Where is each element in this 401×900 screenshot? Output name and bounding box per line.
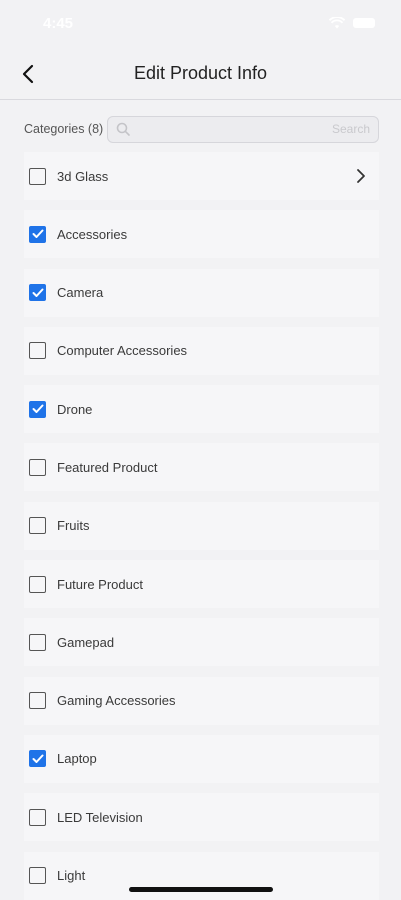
category-row[interactable]: Laptop bbox=[24, 734, 379, 783]
categories-count-label: Categories (8) bbox=[24, 122, 104, 136]
checkmark-icon bbox=[32, 404, 43, 414]
category-checkbox[interactable] bbox=[29, 400, 46, 418]
status-bar: 4:45 bbox=[0, 0, 401, 48]
category-row[interactable]: Computer Accessories bbox=[24, 326, 379, 375]
page-title: Edit Product Info bbox=[133, 63, 268, 83]
category-row[interactable]: Light bbox=[24, 851, 379, 900]
category-search-bar: Categories (8) bbox=[24, 115, 379, 143]
category-label: Gaming Accessories bbox=[57, 693, 176, 709]
header: Edit Product Info bbox=[0, 48, 401, 100]
category-checkbox[interactable] bbox=[29, 458, 46, 476]
search-box[interactable] bbox=[107, 115, 379, 143]
search-icon bbox=[116, 122, 131, 136]
category-row[interactable]: Fruits bbox=[24, 501, 379, 550]
category-label: Computer Accessories bbox=[57, 343, 188, 359]
checkmark-icon bbox=[32, 754, 43, 763]
home-indicator bbox=[129, 887, 273, 892]
category-row[interactable]: Gamepad bbox=[24, 618, 379, 667]
category-label: Future Product bbox=[57, 576, 143, 592]
category-label: 3d Glass bbox=[57, 168, 109, 184]
category-label: Fruits bbox=[57, 518, 90, 534]
category-checkbox[interactable] bbox=[29, 808, 46, 826]
category-row[interactable]: LED Television bbox=[24, 793, 379, 842]
category-label: Camera bbox=[57, 285, 104, 301]
category-label: Drone bbox=[57, 401, 93, 417]
category-label: LED Television bbox=[57, 809, 143, 825]
category-checkbox[interactable] bbox=[29, 750, 46, 768]
category-list: 3d Glass Accessories Camera Computer Access… bbox=[24, 152, 379, 900]
category-row[interactable]: Accessories bbox=[24, 210, 379, 259]
category-checkbox[interactable] bbox=[29, 342, 46, 360]
chevron-right-icon[interactable] bbox=[355, 168, 367, 184]
category-checkbox[interactable] bbox=[29, 225, 46, 243]
category-checkbox[interactable] bbox=[29, 167, 46, 185]
category-checkbox[interactable] bbox=[29, 633, 46, 651]
category-row[interactable]: Drone bbox=[24, 385, 379, 434]
category-label: Laptop bbox=[57, 751, 97, 767]
wifi-icon bbox=[329, 17, 345, 29]
checkmark-icon bbox=[32, 229, 43, 239]
category-checkbox[interactable] bbox=[29, 575, 46, 593]
status-time: 4:45 bbox=[43, 15, 74, 32]
category-checkbox[interactable] bbox=[29, 692, 46, 710]
category-label: Light bbox=[57, 868, 86, 884]
category-row[interactable]: Featured Product bbox=[24, 443, 379, 492]
category-checkbox[interactable] bbox=[29, 284, 46, 302]
category-checkbox[interactable] bbox=[29, 517, 46, 535]
category-label: Accessories bbox=[57, 226, 128, 242]
status-icons bbox=[329, 17, 375, 29]
category-checkbox[interactable] bbox=[29, 867, 46, 885]
battery-icon bbox=[353, 18, 375, 28]
category-row[interactable]: Gaming Accessories bbox=[24, 676, 379, 725]
checkmark-icon bbox=[32, 288, 43, 297]
category-label: Gamepad bbox=[57, 634, 115, 650]
search-input[interactable] bbox=[136, 122, 370, 136]
category-row[interactable]: 3d Glass bbox=[24, 152, 379, 200]
category-label: Featured Product bbox=[57, 459, 158, 475]
category-row[interactable]: Future Product bbox=[24, 560, 379, 609]
category-row[interactable]: Camera bbox=[24, 268, 379, 317]
